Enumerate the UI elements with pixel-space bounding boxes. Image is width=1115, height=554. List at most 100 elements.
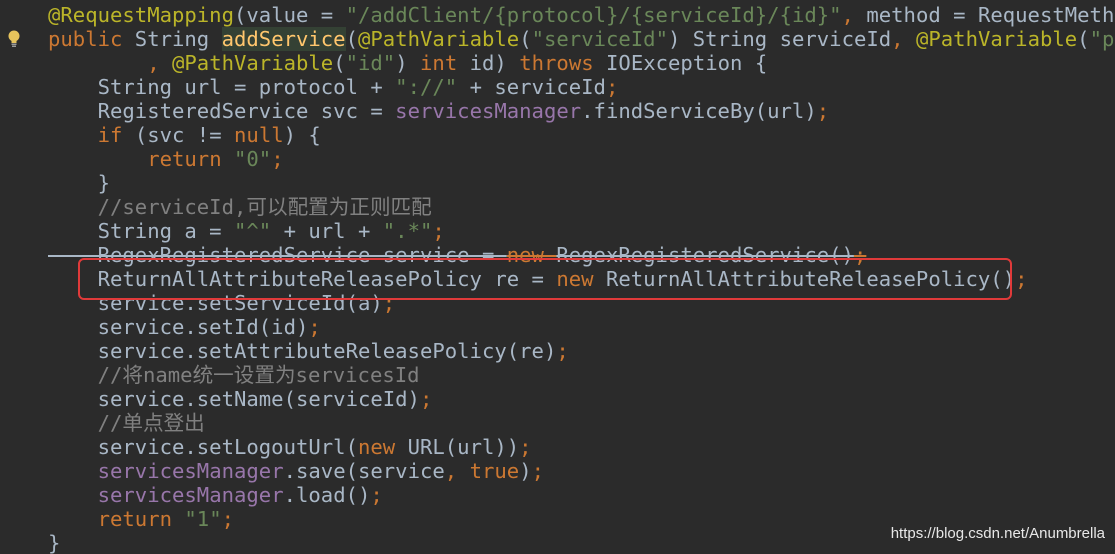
editor-gutter: [0, 0, 34, 554]
code-line[interactable]: service.setName(serviceId);: [48, 387, 1115, 411]
code-token: ;: [519, 435, 532, 459]
code-editor[interactable]: @RequestMapping ( value = "/addClient/{pro…: [0, 0, 1115, 554]
code-line[interactable]: return "0";: [48, 147, 1115, 171]
code-token: "1": [184, 507, 222, 531]
code-token: return: [97, 507, 185, 531]
code-token: ;: [308, 315, 321, 339]
code-token: ,: [841, 3, 867, 27]
code-token: new: [506, 243, 557, 267]
code-token: ReturnAllAttributeReleasePolicy(): [605, 267, 1016, 291]
code-token: "/addClient/{protocol}/{serviceId}/{id}": [345, 3, 842, 27]
code-token: ,: [48, 51, 172, 75]
code-token: ;: [556, 339, 569, 363]
code-token: servicesManager: [97, 459, 284, 483]
code-token: service.setName(serviceId): [48, 387, 420, 411]
code-token: ;: [419, 387, 433, 411]
code-token: service.setId(id): [48, 315, 309, 339]
code-line[interactable]: servicesManager.save(service, true);: [48, 459, 1115, 483]
code-line[interactable]: String url = protocol + "://" + serviceI…: [48, 75, 1115, 99]
code-token: (: [519, 27, 532, 51]
code-line[interactable]: RegexRegisteredService service = new Reg…: [48, 243, 1115, 267]
code-line[interactable]: service.setId(id);: [48, 315, 1115, 339]
code-line[interactable]: service.setAttributeReleasePolicy(re);: [48, 339, 1115, 363]
code-line[interactable]: , @PathVariable("id") int id) throws IOE…: [48, 51, 1115, 75]
code-token: ;: [370, 483, 383, 507]
code-line[interactable]: //单点登出: [48, 411, 1115, 435]
code-token: service.setAttributeReleasePolicy(re): [48, 339, 557, 363]
code-token: String a =: [48, 219, 234, 243]
code-token: method: [866, 3, 941, 27]
code-token: ;: [605, 75, 619, 99]
code-line[interactable]: @RequestMapping(value = "/addClient/{pro…: [48, 3, 1115, 27]
code-line[interactable]: }: [48, 171, 1115, 195]
code-token: ,: [444, 459, 470, 483]
code-line[interactable]: public String addService(@PathVariable("…: [48, 27, 1115, 51]
code-line[interactable]: if (svc != null) {: [48, 123, 1115, 147]
code-line[interactable]: //serviceId,可以配置为正则匹配: [48, 195, 1115, 219]
code-token: ;: [432, 219, 445, 243]
code-token: return: [147, 147, 234, 171]
code-token: ;: [1015, 267, 1028, 291]
code-token: service.setLogoutUrl(: [48, 435, 358, 459]
code-token: RegexRegisteredService service =: [48, 243, 507, 267]
code-token: "serviceId": [531, 27, 668, 51]
code-token: RegexRegisteredService(): [556, 243, 854, 267]
code-line[interactable]: service.setServiceId(a);: [48, 291, 1115, 315]
code-token: ): [519, 459, 532, 483]
code-token: new: [357, 435, 408, 459]
code-line[interactable]: service.setLogoutUrl(new URL(url));: [48, 435, 1115, 459]
code-token: @RequestMapping: [48, 3, 234, 27]
code-token: IOException {: [606, 51, 768, 75]
code-line[interactable]: ReturnAllAttributeReleasePolicy re = new…: [48, 267, 1115, 291]
lightbulb-icon[interactable]: [6, 29, 22, 49]
code-line[interactable]: servicesManager.load();: [48, 483, 1115, 507]
code-token: ;: [816, 99, 830, 123]
code-token: ".*": [382, 219, 433, 243]
code-line[interactable]: RegisteredService svc = servicesManager.…: [48, 99, 1115, 123]
code-token: ;: [853, 243, 867, 267]
code-line[interactable]: String a = "^" + url + ".*";: [48, 219, 1115, 243]
code-token: ): [395, 51, 421, 75]
code-token: ,: [891, 27, 916, 51]
code-token: servicesManager: [395, 99, 582, 123]
code-token: service.setServiceId(a): [48, 291, 383, 315]
code-token: ;: [531, 459, 545, 483]
code-token: @PathVariable: [172, 51, 334, 75]
code-token: @PathVariable: [358, 27, 520, 51]
watermark-text: https://blog.csdn.net/Anumbrella: [890, 525, 1105, 542]
code-token: null: [234, 123, 284, 147]
code-token: "://": [395, 75, 458, 99]
code-token: throws: [519, 51, 607, 75]
code-token: (: [333, 51, 346, 75]
code-token: String: [134, 27, 222, 51]
code-token: //serviceId,可以配置为正则匹配: [48, 195, 432, 219]
code-token: + serviceId: [457, 75, 606, 99]
code-token: ;: [271, 147, 284, 171]
code-line[interactable]: //将name统一设置为servicesId: [48, 363, 1115, 387]
code-token: true: [469, 459, 520, 483]
code-token: value: [246, 3, 309, 27]
code-token: servicesManager: [97, 483, 284, 507]
code-token: (: [1077, 27, 1090, 51]
code-token: RegisteredService svc =: [48, 99, 396, 123]
code-token: addService: [221, 27, 346, 51]
code-token: =: [308, 3, 346, 27]
code-token: (svc !=: [134, 123, 235, 147]
code-token: .findServiceBy(url): [581, 99, 817, 123]
code-token: URL(url)): [407, 435, 520, 459]
code-token: public: [48, 27, 135, 51]
code-token: //单点登出: [48, 411, 205, 435]
code-token: id): [469, 51, 520, 75]
code-area[interactable]: @RequestMapping ( value = "/addClient/{pro…: [48, 3, 1115, 554]
code-token: }: [48, 531, 61, 554]
code-token: }: [48, 171, 110, 195]
code-token: "0": [234, 147, 272, 171]
code-token: + url +: [271, 219, 383, 243]
code-token: int: [420, 51, 470, 75]
code-token: "prot: [1089, 27, 1115, 51]
